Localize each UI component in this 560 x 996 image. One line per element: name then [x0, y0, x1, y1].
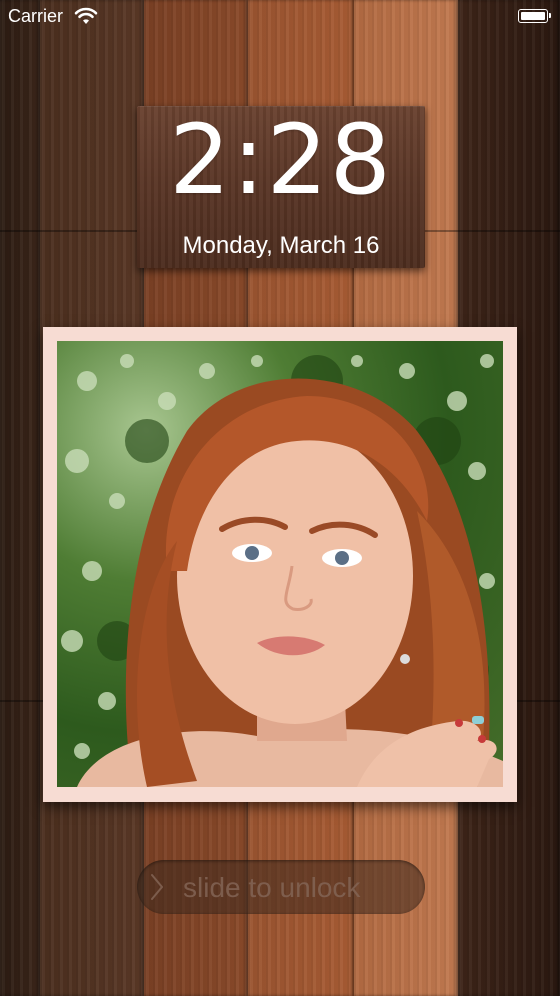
clock-panel: 2:28 Monday, March 16	[137, 106, 425, 268]
carrier-label: Carrier	[8, 6, 64, 26]
portrait-figure	[77, 378, 503, 787]
photo-frame	[43, 327, 517, 802]
unlock-label: slide to unlock	[183, 872, 361, 903]
battery-icon	[518, 9, 551, 23]
portrait-photo	[57, 341, 503, 787]
chevron-right-icon	[151, 874, 163, 900]
clock-date: Monday, March 16	[182, 232, 380, 259]
clock-time: 2:28	[169, 104, 393, 216]
wifi-icon	[74, 7, 98, 24]
status-bar: Carrier	[0, 0, 560, 34]
slide-to-unlock[interactable]: slide to unlock	[137, 860, 425, 914]
wood-plank	[0, 0, 40, 996]
